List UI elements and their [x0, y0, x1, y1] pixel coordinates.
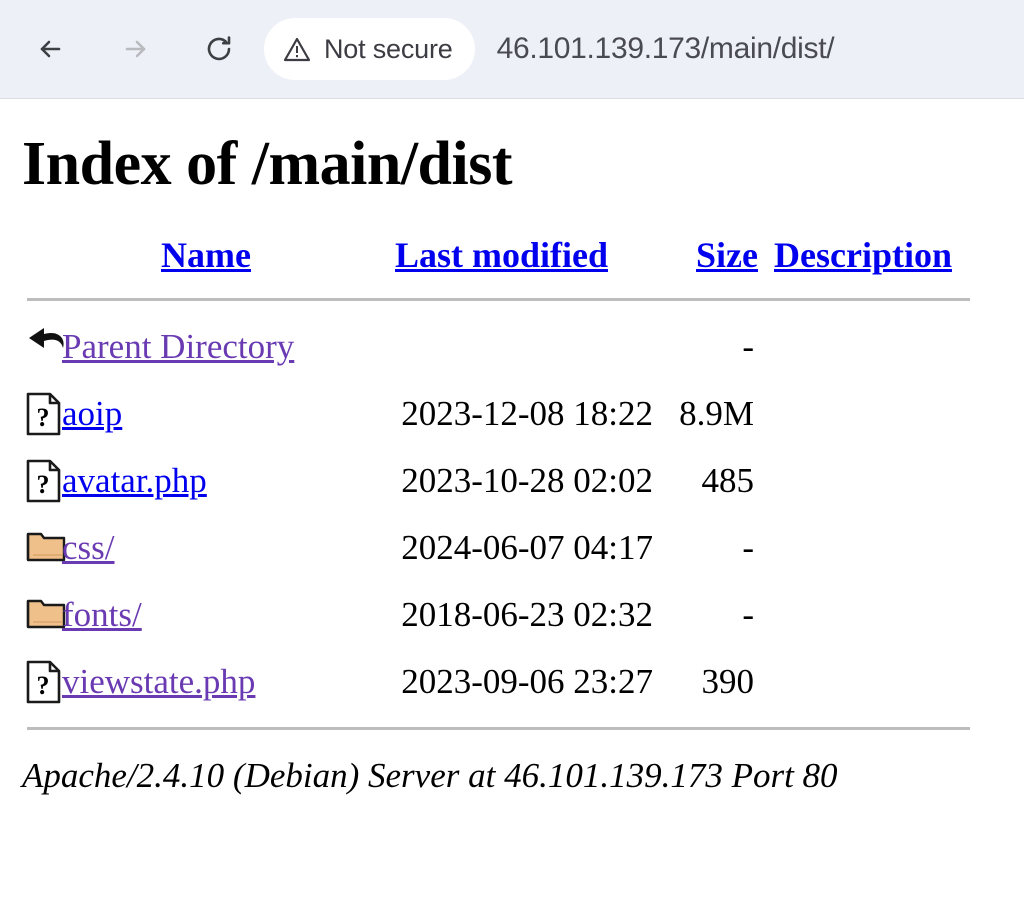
address-bar[interactable]: Not secure 46.101.139.173/main/dist/ [264, 18, 1024, 80]
page-title: Index of /main/dist [22, 130, 513, 198]
file-link-avatar-php[interactable]: avatar.php [62, 461, 207, 500]
url-text[interactable]: 46.101.139.173/main/dist/ [497, 32, 835, 66]
row-size-cell: 390 [701, 661, 755, 701]
row-size-cell: 8.9M [679, 393, 754, 433]
row-size-cell: - [742, 326, 754, 366]
row-description-cell [760, 648, 1024, 715]
sort-by-size-link[interactable]: Size [696, 235, 758, 275]
header-icon-spacer [0, 234, 62, 286]
unknown-file-icon: ? [26, 392, 61, 436]
column-header-name[interactable]: Name [62, 234, 350, 286]
row-description-cell [760, 581, 1024, 648]
file-link-parent-directory[interactable]: Parent Directory [62, 327, 294, 366]
table-row[interactable]: ? aoip 2023-12-08 18:22 8.9M [0, 380, 1024, 447]
row-name-cell[interactable]: avatar.php [62, 447, 350, 514]
warning-triangle-icon [282, 34, 312, 64]
row-icon-cell: ? [0, 380, 62, 447]
column-header-last-modified[interactable]: Last modified [350, 234, 653, 286]
sort-by-description-link[interactable]: Description [774, 235, 952, 275]
back-button[interactable] [32, 30, 70, 68]
sort-by-date-link[interactable]: Last modified [395, 235, 608, 275]
row-name-cell[interactable]: aoip [62, 380, 350, 447]
forward-arrow-icon [116, 30, 154, 68]
row-last-modified-cell: 2023-12-08 18:22 [401, 393, 653, 433]
svg-text:?: ? [37, 671, 50, 700]
row-size-cell: - [742, 594, 754, 634]
row-icon-cell [0, 313, 64, 380]
reload-button[interactable] [200, 30, 238, 68]
row-last-modified-cell: 2018-06-23 02:32 [401, 594, 653, 634]
row-description-cell [760, 447, 1024, 514]
sort-by-name-link[interactable]: Name [161, 235, 251, 275]
row-size-cell: 485 [701, 460, 755, 500]
table-footer [0, 715, 1024, 742]
file-link-viewstate-php[interactable]: viewstate.php [62, 662, 255, 701]
header-divider-row [0, 286, 1024, 313]
directory-listing: Name Last modified Size Description Pare… [0, 234, 1024, 742]
row-icon-cell [0, 581, 66, 648]
directory-table: Name Last modified Size Description Pare… [0, 234, 1024, 742]
reload-icon [200, 30, 238, 68]
footer-divider-cell [0, 715, 1024, 742]
svg-text:?: ? [37, 403, 50, 432]
table-header-row: Name Last modified Size Description [0, 234, 1024, 286]
row-icon-cell: ? [0, 447, 62, 514]
row-icon-cell [0, 514, 66, 581]
navigation-buttons [0, 30, 238, 68]
column-header-size[interactable]: Size [653, 234, 760, 286]
footer-divider-row [0, 715, 1024, 742]
row-name-cell[interactable]: viewstate.php [62, 648, 350, 715]
svg-text:?: ? [37, 470, 50, 499]
row-name-cell[interactable]: fonts/ [62, 581, 350, 648]
row-icon-cell: ? [0, 648, 62, 715]
table-row[interactable]: ? avatar.php 2023-10-28 02:02 485 [0, 447, 1024, 514]
table-row[interactable]: Parent Directory - [0, 313, 1024, 380]
server-signature: Apache/2.4.10 (Debian) Server at 46.101.… [22, 756, 838, 796]
row-last-modified-cell [350, 313, 653, 380]
security-status-chip[interactable]: Not secure [264, 18, 475, 80]
row-description-cell [760, 313, 1024, 380]
horizontal-rule-bottom [27, 727, 970, 731]
row-last-modified-cell: 2023-10-28 02:02 [401, 460, 653, 500]
table-row[interactable]: fonts/ 2018-06-23 02:32 - [0, 581, 1024, 648]
back-arrow-icon [32, 30, 70, 68]
file-link-css[interactable]: css/ [62, 528, 115, 567]
header-divider-cell [0, 286, 1024, 313]
unknown-file-icon: ? [26, 660, 61, 704]
file-link-fonts[interactable]: fonts/ [62, 595, 142, 634]
table-header: Name Last modified Size Description [0, 234, 1024, 313]
row-last-modified-cell: 2023-09-06 23:27 [401, 661, 653, 701]
security-status-label: Not secure [324, 33, 453, 64]
column-header-description[interactable]: Description [760, 234, 1024, 286]
table-row[interactable]: css/ 2024-06-07 04:17 - [0, 514, 1024, 581]
row-description-cell [760, 380, 1024, 447]
table-body: Parent Directory - ? aoip 2023-12-08 18:… [0, 313, 1024, 715]
horizontal-rule-top [27, 298, 970, 302]
forward-button[interactable] [116, 30, 154, 68]
file-link-aoip[interactable]: aoip [62, 394, 122, 433]
row-name-cell[interactable]: Parent Directory [62, 313, 350, 380]
row-description-cell [760, 514, 1024, 581]
row-size-cell: - [742, 527, 754, 567]
directory-index-page: Index of /main/dist Name Last modified S… [0, 99, 1024, 797]
row-name-cell[interactable]: css/ [62, 514, 350, 581]
row-last-modified-cell: 2024-06-07 04:17 [401, 527, 653, 567]
table-row[interactable]: ? viewstate.php 2023-09-06 23:27 390 [0, 648, 1024, 715]
browser-toolbar: Not secure 46.101.139.173/main/dist/ [0, 0, 1024, 99]
unknown-file-icon: ? [26, 459, 61, 503]
